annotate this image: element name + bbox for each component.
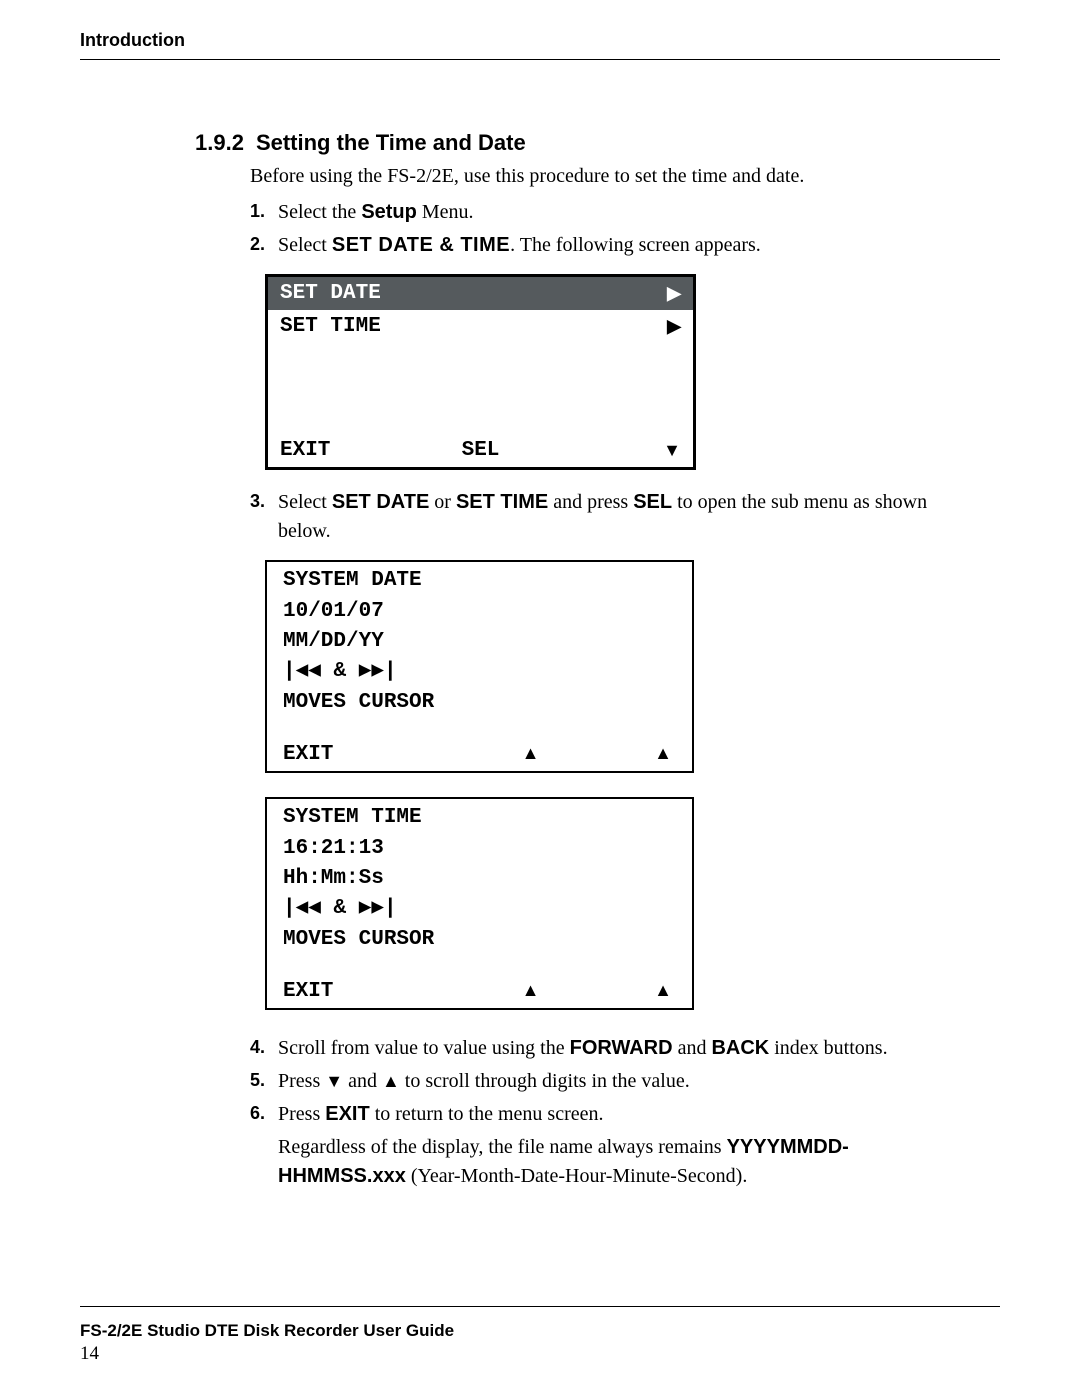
- arrow-up-icon: ▲: [382, 1071, 400, 1091]
- step-1: 1. Select the Setup Menu.: [250, 198, 970, 227]
- page: Introduction 1.9.2 Setting the Time and D…: [0, 0, 1080, 1397]
- lcd-moves-cursor: MOVES CURSOR: [267, 688, 692, 718]
- lcd-sel-label: SEL: [462, 436, 500, 465]
- step-text: and: [343, 1070, 382, 1092]
- step-text: Press: [278, 1070, 325, 1092]
- step-2: 2. Select SET DATE & TIME. The following…: [250, 231, 970, 260]
- lcd-nav-hint: |◀◀ & ▶▶|: [267, 894, 692, 924]
- step-text: Menu.: [417, 201, 474, 223]
- step-number: 3.: [250, 488, 265, 514]
- lcd-exit-label: EXIT: [280, 436, 462, 465]
- lcd-space: [267, 718, 692, 740]
- step-4: 4. Scroll from value to value using the …: [250, 1034, 970, 1063]
- lcd-moves-cursor: MOVES CURSOR: [267, 925, 692, 955]
- filename-note: Regardless of the display, the file name…: [250, 1133, 970, 1191]
- lcd-title: SYSTEM DATE: [267, 566, 692, 596]
- step-text: Select: [278, 234, 332, 256]
- lcd-value: 16:21:13: [267, 834, 692, 864]
- lcd-value: 10/01/07: [267, 597, 692, 627]
- step-text: Press: [278, 1103, 325, 1125]
- footer-title: FS-2/2E Studio DTE Disk Recorder User Gu…: [80, 1306, 1000, 1341]
- step-text: index buttons.: [769, 1037, 887, 1059]
- arrow-right-icon: ▶: [667, 314, 681, 339]
- step-text: Scroll from value to value using the: [278, 1037, 570, 1059]
- step-text: and: [673, 1037, 712, 1059]
- lcd-space: [267, 955, 692, 977]
- steps-list-1: 1. Select the Setup Menu. 2. Select SET …: [250, 198, 970, 260]
- lcd-label: SET DATE: [280, 279, 381, 308]
- lcd-spacer: [268, 344, 693, 434]
- set-time-label: SET TIME: [456, 491, 548, 513]
- step-text: to return to the menu screen.: [370, 1103, 604, 1125]
- set-date-time-label: SET DATE & TIME: [332, 234, 510, 256]
- step-number: 1.: [250, 198, 265, 224]
- step-text: to scroll through digits in the value.: [400, 1070, 690, 1092]
- arrow-up-icon: ▲: [590, 978, 676, 1006]
- lcd-label: SET TIME: [280, 312, 381, 341]
- running-head: Introduction: [80, 30, 1000, 60]
- arrow-down-icon: ▼: [325, 1071, 343, 1091]
- lcd-row-set-date: SET DATE ▶: [268, 277, 693, 310]
- setup-label: Setup: [361, 201, 417, 223]
- step-3: 3. Select SET DATE or SET TIME and press…: [250, 488, 970, 546]
- step-6: 6. Press EXIT to return to the menu scre…: [250, 1100, 970, 1129]
- arrow-up-icon: ▲: [472, 978, 590, 1006]
- steps-list-3: 4. Scroll from value to value using the …: [250, 1034, 970, 1129]
- arrow-up-icon: ▲: [472, 741, 590, 769]
- arrow-right-icon: ▶: [667, 281, 681, 306]
- arrow-up-icon: ▲: [590, 741, 676, 769]
- section-title-text: Setting the Time and Date: [256, 130, 526, 155]
- page-number: 14: [80, 1343, 1000, 1365]
- step-number: 2.: [250, 231, 265, 257]
- step-text: or: [429, 491, 456, 513]
- lcd-main-menu: SET DATE ▶ SET TIME ▶ EXIT SEL ▼: [265, 274, 696, 470]
- lcd-bottom-row: EXIT ▲ ▲: [267, 977, 692, 1006]
- sel-label: SEL: [633, 491, 672, 513]
- step-number: 6.: [250, 1100, 265, 1126]
- step-5: 5. Press ▼ and ▲ to scroll through digit…: [250, 1067, 970, 1096]
- exit-label: EXIT: [325, 1103, 369, 1125]
- step-text: and press: [548, 491, 633, 513]
- section-intro: Before using the FS-2/2E, use this proce…: [250, 162, 970, 190]
- section-number: 1.9.2: [195, 130, 244, 156]
- content-area: 1.9.2 Setting the Time and Date Before us…: [195, 130, 970, 1191]
- step-number: 5.: [250, 1067, 265, 1093]
- lcd-system-time: SYSTEM TIME 16:21:13 Hh:Mm:Ss |◀◀ & ▶▶| …: [265, 797, 694, 1010]
- step-text: . The following screen appears.: [510, 234, 761, 256]
- page-footer: FS-2/2E Studio DTE Disk Recorder User Gu…: [80, 1306, 1000, 1365]
- lcd-system-date: SYSTEM DATE 10/01/07 MM/DD/YY |◀◀ & ▶▶| …: [265, 560, 694, 773]
- lcd-format: Hh:Mm:Ss: [267, 864, 692, 894]
- set-date-label: SET DATE: [332, 491, 429, 513]
- lcd-exit: EXIT: [283, 978, 472, 1006]
- lcd-title: SYSTEM TIME: [267, 803, 692, 833]
- note-text: (Year-Month-Date-Hour-Minute-Second).: [406, 1165, 748, 1187]
- step-text: Select: [278, 491, 332, 513]
- lcd-exit: EXIT: [283, 741, 472, 769]
- forward-label: FORWARD: [570, 1037, 673, 1059]
- section-heading: 1.9.2 Setting the Time and Date: [195, 130, 970, 156]
- lcd-nav-hint: |◀◀ & ▶▶|: [267, 657, 692, 687]
- back-label: BACK: [711, 1037, 769, 1059]
- lcd-bottom-bar: EXIT SEL ▼: [268, 434, 693, 467]
- step-text: Select the: [278, 201, 361, 223]
- lcd-format: MM/DD/YY: [267, 627, 692, 657]
- step-number: 4.: [250, 1034, 265, 1060]
- arrow-down-icon: ▼: [499, 438, 681, 463]
- lcd-row-set-time: SET TIME ▶: [268, 310, 693, 343]
- note-text: Regardless of the display, the file name…: [278, 1136, 727, 1158]
- steps-list-2: 3. Select SET DATE or SET TIME and press…: [250, 488, 970, 546]
- lcd-bottom-row: EXIT ▲ ▲: [267, 740, 692, 769]
